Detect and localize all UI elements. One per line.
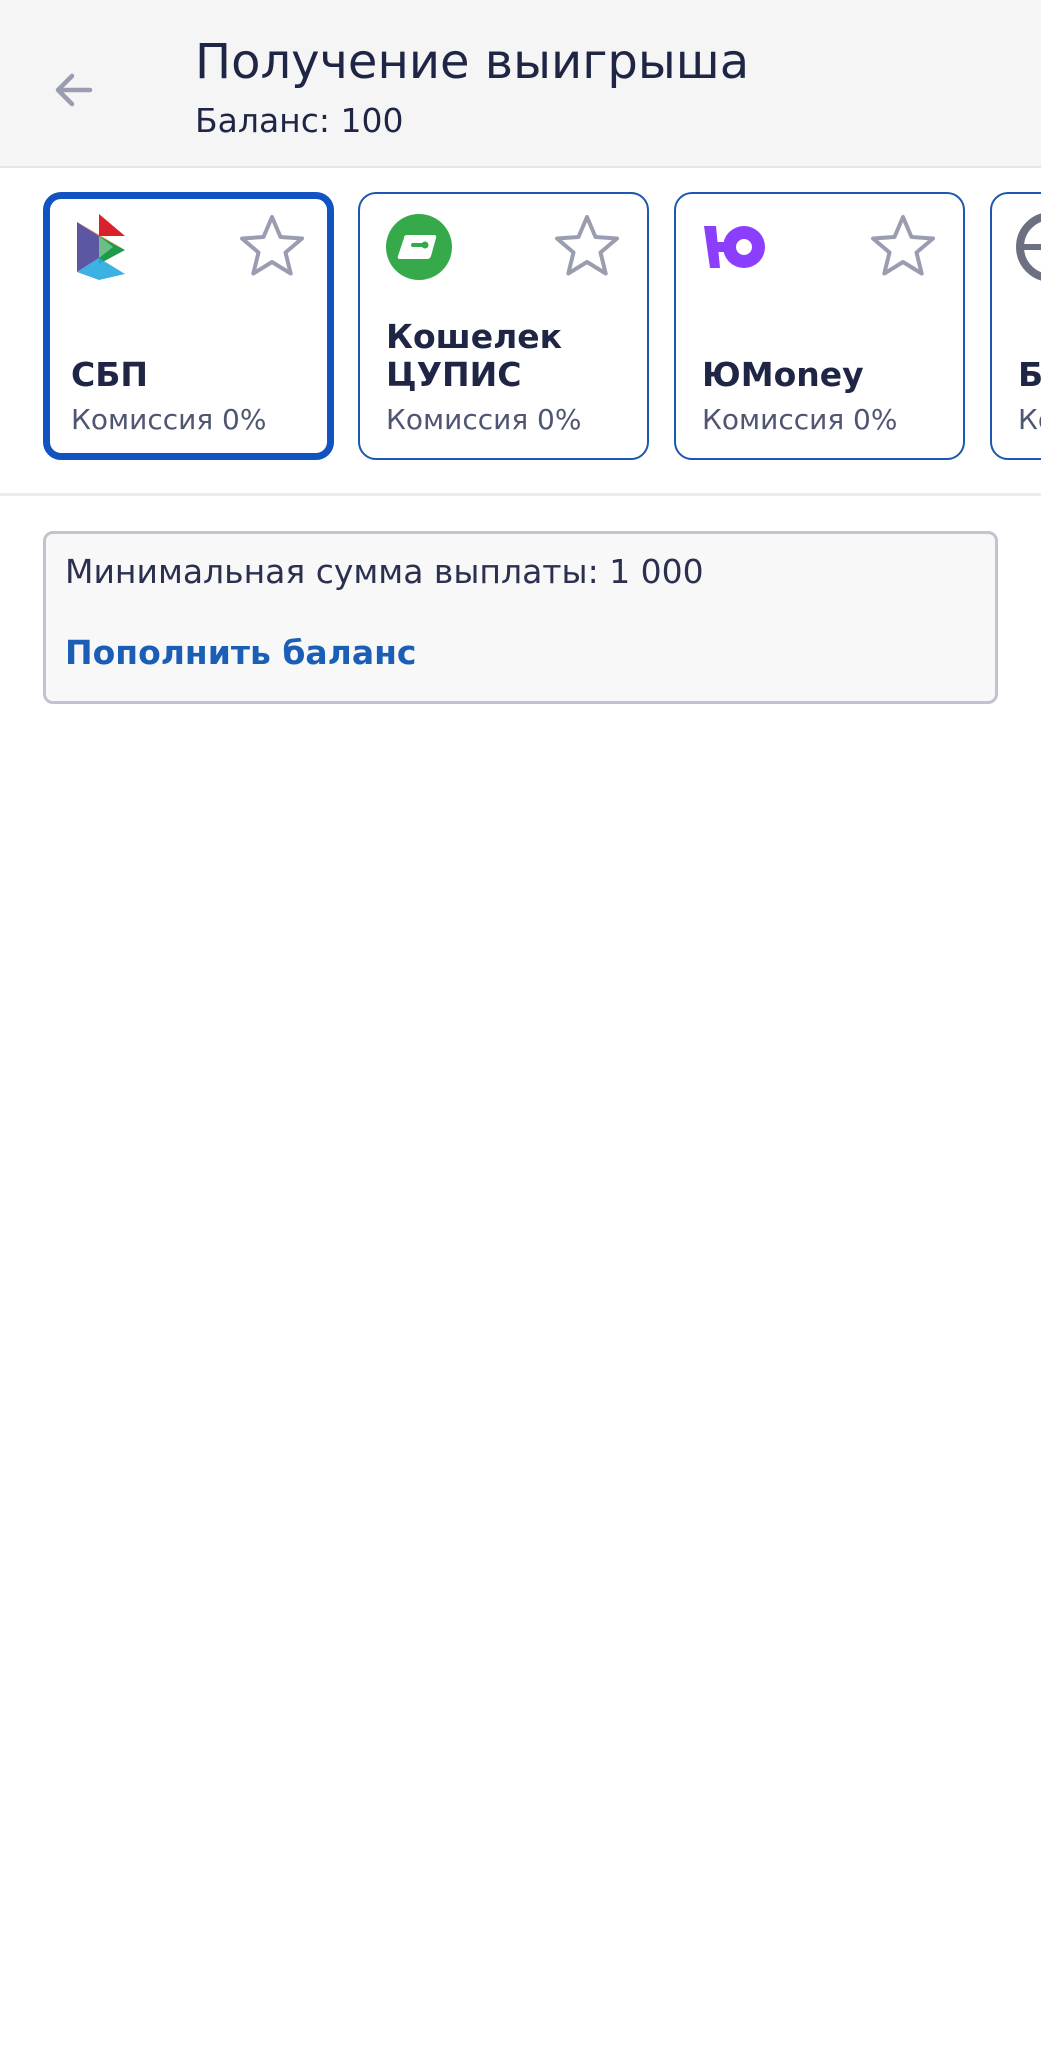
- arrow-left-icon: [55, 73, 93, 107]
- method-name: СБП: [71, 355, 148, 394]
- method-card-cupis[interactable]: Кошелек ЦУПИС Комиссия 0%: [358, 192, 649, 460]
- balance-label: Баланс: 100: [195, 101, 404, 140]
- method-card-bank[interactable]: Б п Ко: [990, 192, 1041, 460]
- favorite-star-icon[interactable]: [553, 212, 621, 280]
- yumoney-logo-icon: [704, 226, 765, 268]
- method-name: ЮMoney: [702, 355, 864, 394]
- back-button[interactable]: [44, 60, 104, 120]
- method-card-sbp[interactable]: СБП Комиссия 0%: [43, 192, 334, 460]
- min-payout-text: Минимальная сумма выплаты: 1 000: [65, 552, 704, 591]
- header: Получение выигрыша Баланс: 100: [0, 0, 1041, 168]
- payout-info-box: Минимальная сумма выплаты: 1 000 Пополни…: [43, 531, 998, 704]
- method-card-yumoney[interactable]: ЮMoney Комиссия 0%: [674, 192, 965, 460]
- method-fee: Комиссия 0%: [71, 403, 267, 436]
- page-title: Получение выигрыша: [195, 34, 750, 90]
- method-name: Кошелек ЦУПИС: [386, 317, 563, 394]
- favorite-star-icon[interactable]: [869, 212, 937, 280]
- topup-balance-link[interactable]: Пополнить баланс: [65, 633, 416, 672]
- payment-methods-carousel[interactable]: СБП Комиссия 0% Кошелек ЦУПИС Комиссия 0…: [0, 170, 1041, 496]
- method-name: Б п: [1018, 355, 1041, 394]
- favorite-star-icon[interactable]: [238, 212, 306, 280]
- method-fee: Комиссия 0%: [702, 403, 898, 436]
- method-fee: Комиссия 0%: [386, 403, 582, 436]
- method-fee: Ко: [1018, 403, 1041, 436]
- bank-card-icon: [1016, 213, 1041, 281]
- cupis-wallet-icon: [386, 214, 452, 280]
- sbp-logo-icon: [77, 214, 125, 280]
